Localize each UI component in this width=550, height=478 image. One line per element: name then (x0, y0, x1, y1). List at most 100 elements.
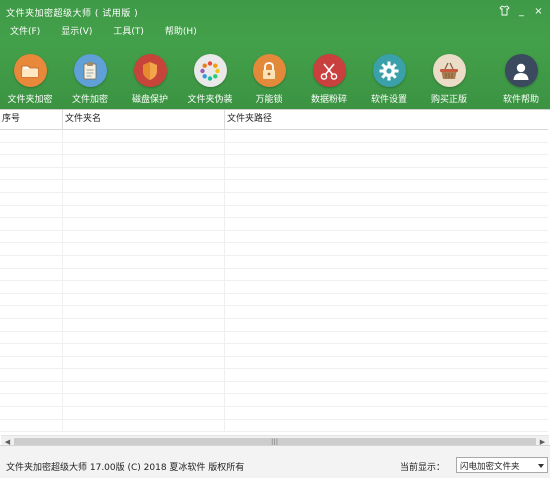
column-divider (224, 293, 225, 306)
file-encrypt-button[interactable]: 文件加密 (62, 54, 118, 105)
table-row[interactable] (0, 344, 548, 357)
column-divider (224, 205, 225, 218)
tool-label: 磁盘保护 (131, 95, 168, 105)
column-divider (224, 192, 225, 205)
table-row[interactable] (0, 281, 548, 294)
column-divider (62, 130, 63, 142)
master-lock-button[interactable]: 万能锁 (241, 54, 297, 105)
table-row[interactable] (0, 318, 548, 332)
column-header-index[interactable]: 序号 (0, 110, 63, 129)
toolbar: 文件夹加密 文件加密 磁盘保护 文件夹伪装 万能锁 数据粉碎 软件设置 购买正版… (0, 48, 550, 108)
close-button[interactable]: × (531, 5, 546, 18)
table-header: 序号 文件夹名 文件夹路径 (0, 110, 548, 130)
column-divider (62, 394, 63, 407)
column-header-folder-name[interactable]: 文件夹名 (63, 110, 225, 129)
table-row[interactable] (0, 205, 548, 219)
column-divider (62, 155, 63, 167)
buy-button[interactable]: 购买正版 (421, 54, 477, 105)
table-row[interactable] (0, 243, 548, 256)
column-divider (62, 356, 63, 369)
column-divider (224, 306, 225, 318)
table-row[interactable] (0, 369, 548, 382)
column-divider (62, 331, 63, 344)
minimize-button[interactable]: _ (514, 5, 529, 18)
column-divider (224, 268, 225, 281)
table-row[interactable] (0, 230, 548, 244)
folder-encrypt-button[interactable]: 文件夹加密 (2, 54, 58, 105)
table-row[interactable] (0, 192, 548, 206)
column-divider (224, 130, 225, 142)
table-row[interactable] (0, 130, 548, 143)
menu-view[interactable]: 显示(V) (61, 24, 92, 42)
table-row[interactable] (0, 306, 548, 319)
tool-label: 数据粉碎 (310, 95, 347, 105)
copyright-text: 文件夹加密超级大师 17.00版 (C) 2018 夏冰软件 版权所有 (6, 463, 245, 473)
column-divider (224, 318, 225, 331)
settings-button[interactable]: 软件设置 (361, 54, 417, 105)
color-wheel-icon (193, 54, 227, 87)
menu-tools[interactable]: 工具(T) (113, 24, 144, 42)
disk-protect-button[interactable]: 磁盘保护 (122, 54, 178, 105)
column-divider (224, 155, 225, 167)
window-controls: _ × (497, 5, 546, 18)
table-row[interactable] (0, 180, 548, 193)
table-row[interactable] (0, 268, 548, 282)
help-button[interactable]: 软件帮助 (493, 54, 549, 105)
tool-label: 软件帮助 (502, 95, 539, 105)
current-display-select[interactable]: 闪电加密文件夹 (456, 457, 548, 473)
column-divider (224, 243, 225, 255)
column-header-folder-path[interactable]: 文件夹路径 (225, 110, 548, 129)
user-icon (504, 54, 538, 87)
clipboard-icon (73, 54, 107, 87)
column-divider (224, 142, 225, 155)
folder-icon (13, 54, 47, 87)
tool-label: 软件设置 (370, 95, 407, 105)
menu-file[interactable]: 文件(F) (10, 24, 40, 42)
table-row[interactable] (0, 155, 548, 168)
column-divider (62, 243, 63, 255)
column-divider (62, 255, 63, 268)
column-divider (62, 381, 63, 394)
folder-list-table[interactable]: 序号 文件夹名 文件夹路径 ◀ ||| ▶ (0, 109, 550, 448)
column-divider (224, 255, 225, 268)
column-divider (62, 268, 63, 281)
table-row[interactable] (0, 331, 548, 345)
current-display-value: 闪电加密文件夹 (460, 462, 520, 472)
chevron-down-icon[interactable] (538, 464, 544, 468)
column-divider (224, 356, 225, 369)
table-row[interactable] (0, 167, 548, 181)
column-divider (224, 230, 225, 243)
column-divider (224, 331, 225, 344)
column-divider (224, 344, 225, 356)
lock-icon (252, 54, 286, 87)
table-row[interactable] (0, 407, 548, 420)
tool-label: 购买正版 (430, 95, 467, 105)
shirt-icon[interactable] (497, 5, 512, 18)
column-divider (62, 218, 63, 230)
column-divider (224, 394, 225, 407)
status-bar: 文件夹加密超级大师 17.00版 (C) 2018 夏冰软件 版权所有 当前显示… (0, 445, 550, 478)
tool-label: 文件夹伪装 (187, 95, 233, 105)
table-row[interactable] (0, 218, 548, 231)
table-row[interactable] (0, 419, 548, 433)
basket-icon (432, 54, 466, 87)
tool-label: 万能锁 (255, 95, 283, 105)
table-row[interactable] (0, 142, 548, 156)
current-display-label: 当前显示： (400, 463, 446, 473)
folder-disguise-button[interactable]: 文件夹伪装 (182, 54, 238, 105)
table-row[interactable] (0, 381, 548, 395)
table-row[interactable] (0, 356, 548, 370)
table-row[interactable] (0, 394, 548, 408)
table-row[interactable] (0, 293, 548, 307)
tool-label: 文件加密 (71, 95, 108, 105)
gear-icon (372, 54, 406, 87)
data-shred-button[interactable]: 数据粉碎 (301, 54, 357, 105)
column-divider (224, 281, 225, 293)
table-row[interactable] (0, 255, 548, 269)
column-divider (62, 419, 63, 432)
column-divider (62, 344, 63, 356)
column-divider (62, 281, 63, 293)
menu-help[interactable]: 帮助(H) (165, 24, 197, 42)
column-divider (224, 381, 225, 394)
title-bar: 文件夹加密超级大师 ( 试用版 ) _ × (0, 0, 550, 24)
